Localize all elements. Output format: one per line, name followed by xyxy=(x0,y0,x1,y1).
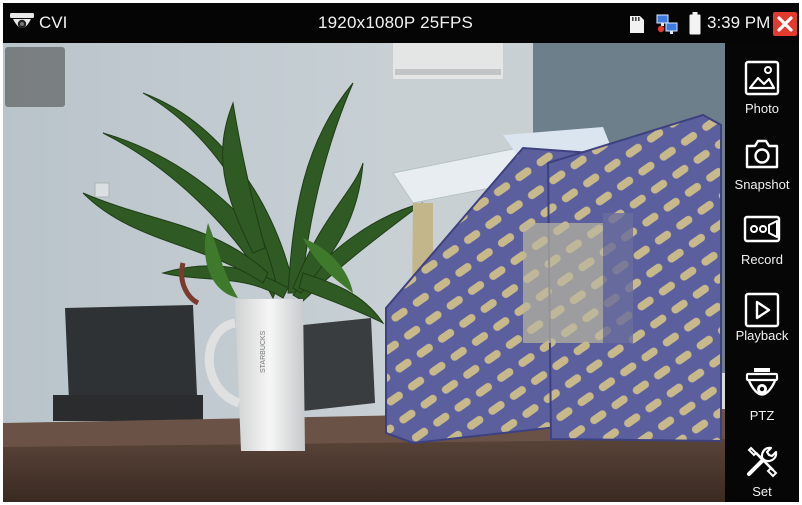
close-icon xyxy=(777,16,793,32)
resolution-label: 1920x1080P 25FPS xyxy=(318,13,474,32)
snapshot-button[interactable]: Snapshot xyxy=(725,125,799,201)
photo-label: Photo xyxy=(745,101,779,116)
video-frame-image: STARBUCKS xyxy=(3,43,725,502)
snapshot-label: Snapshot xyxy=(734,177,790,192)
side-toolbar: Photo Snapshot Record Playback PTZ Set xyxy=(725,43,799,502)
pip-overlay[interactable] xyxy=(5,47,65,107)
record-label: Record xyxy=(741,252,783,267)
close-button[interactable] xyxy=(773,12,797,36)
settings-label: Set xyxy=(752,484,772,499)
app-title: CVI xyxy=(39,13,68,32)
live-video-view[interactable]: STARBUCKS xyxy=(3,43,725,502)
playback-button[interactable]: Playback xyxy=(725,281,799,357)
image-icon xyxy=(744,60,780,96)
playback-label: Playback xyxy=(735,328,789,343)
photo-button[interactable]: Photo xyxy=(725,49,799,125)
record-button[interactable]: Record xyxy=(725,200,799,276)
clock: 3:39 PM xyxy=(707,13,771,32)
battery-icon xyxy=(689,12,701,35)
settings-tools-icon xyxy=(747,446,778,478)
svg-text:STARBUCKS: STARBUCKS xyxy=(260,330,267,373)
sd-card-icon xyxy=(630,16,644,33)
video-record-icon xyxy=(743,215,781,243)
play-icon xyxy=(744,292,780,328)
network-icon xyxy=(656,14,678,34)
app-window: CVI 1920x1080P 25FPS 3:39 PM STARBUCKS P… xyxy=(3,3,799,502)
settings-button[interactable]: Set xyxy=(725,432,799,502)
camera-icon xyxy=(745,139,779,169)
ptz-label: PTZ xyxy=(749,408,775,423)
dome-camera-icon xyxy=(10,13,34,29)
ptz-dome-icon xyxy=(745,368,779,396)
ptz-button[interactable]: PTZ xyxy=(725,356,799,432)
status-bar: CVI 1920x1080P 25FPS 3:39 PM xyxy=(3,3,799,43)
